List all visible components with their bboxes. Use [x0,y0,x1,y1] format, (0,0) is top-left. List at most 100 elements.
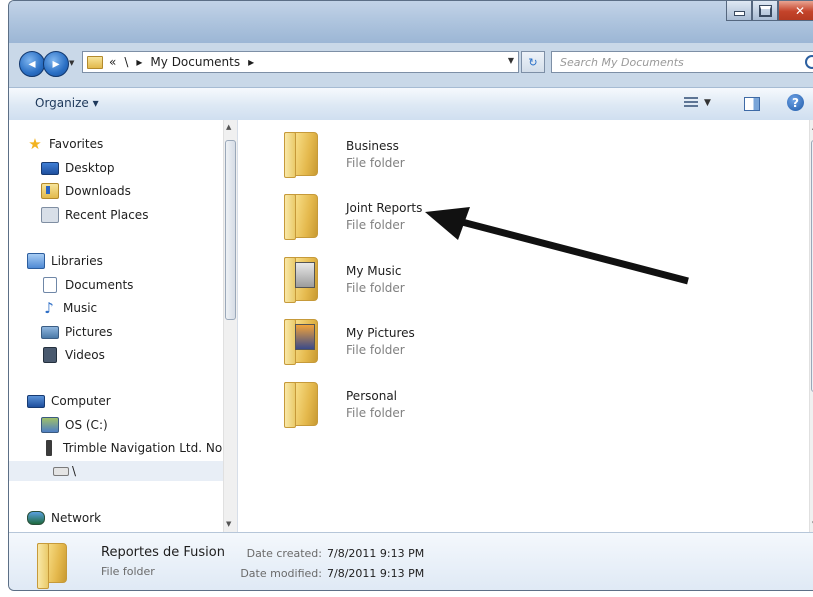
chevron-down-icon: ▼ [69,59,75,67]
nav-videos[interactable]: Videos [41,345,105,365]
nav-libraries[interactable]: Libraries [27,251,103,271]
title-bar: ✕ [9,1,813,43]
details-pane: Reportes de Fusion File folder Date crea… [9,532,813,590]
folder-item-personal[interactable]: Personal File folder [284,378,484,430]
nav-downloads-label: Downloads [65,184,131,198]
forward-button[interactable]: ▸ [43,51,69,77]
explorer-window: ✕ ◂ ▸ ▼ « \ ▸ My Documents ▸ ▼ ↻ Organiz… [8,0,813,591]
refresh-button[interactable]: ↻ [521,51,545,73]
minimize-icon [733,11,745,16]
breadcrumb-my-documents[interactable]: My Documents [150,55,240,69]
nav-documents-label: Documents [65,278,134,292]
folder-name: Business [346,139,399,153]
nav-downloads[interactable]: Downloads [41,181,131,201]
nav-drive-root[interactable]: \ [9,461,236,481]
usb-device-icon [46,440,52,456]
file-list: Business File folder Joint Reports File … [238,120,813,532]
folder-type: File folder [346,343,405,357]
nav-favorites[interactable]: ★ Favorites [27,134,103,154]
hard-drive-icon [41,417,59,433]
help-icon[interactable]: ? [787,94,804,111]
folder-name: Joint Reports [346,201,423,215]
folder-name: My Pictures [346,326,415,340]
nav-recent-places-label: Recent Places [65,208,149,222]
folder-type: File folder [346,156,405,170]
folder-icon [284,132,318,178]
nav-documents[interactable]: Documents [41,275,133,295]
recent-pages-button[interactable]: ▼ [69,59,74,67]
breadcrumb-overflow[interactable]: « [109,55,116,69]
folder-icon [284,382,318,428]
scroll-down-icon[interactable]: ▼ [226,520,231,528]
maximize-icon [758,4,772,17]
folder-item-business[interactable]: Business File folder [284,128,484,180]
search-box[interactable] [551,51,813,73]
folder-name: My Music [346,264,402,278]
address-dropdown-icon[interactable]: ▼ [508,56,514,65]
nav-computer[interactable]: Computer [27,391,111,411]
search-icon[interactable] [805,55,813,69]
date-modified-label: Date modified: [240,567,322,580]
content-scrollbar[interactable]: ▲ ▼ [809,120,813,532]
nav-favorites-label: Favorites [49,137,104,151]
minimize-button[interactable] [726,1,752,21]
folder-item-my-pictures[interactable]: My Pictures File folder [284,315,484,367]
nav-music[interactable]: ♪ Music [41,298,97,318]
nav-scrollbar[interactable]: ▲ ▼ [223,120,237,532]
nav-network[interactable]: Network [27,508,101,528]
organize-button[interactable]: Organize ▾ [35,96,99,110]
close-icon: ✕ [794,3,806,18]
address-bar[interactable]: « \ ▸ My Documents ▸ ▼ [82,51,519,73]
folder-type: File folder [346,281,405,295]
recent-places-icon [41,207,59,223]
back-button[interactable]: ◂ [19,51,45,77]
nav-desktop[interactable]: Desktop [41,158,115,178]
nav-os-drive[interactable]: OS (C:) [41,415,108,435]
view-options-button[interactable]: ▼ [704,98,711,108]
folder-icon [37,543,67,589]
selected-item-type: File folder [101,565,155,578]
nav-computer-label: Computer [51,394,111,408]
network-icon [27,511,45,525]
computer-icon [27,394,45,408]
scroll-up-icon[interactable]: ▲ [226,123,231,131]
date-created-label: Date created: [246,547,322,560]
nav-trimble-device[interactable]: Trimble Navigation Ltd. Nor [41,438,227,458]
breadcrumb-separator-end[interactable]: ▸ [248,55,254,69]
pictures-folder-icon [284,319,318,365]
command-bar: Organize ▾ ▼ ? [9,87,813,121]
nav-pictures-label: Pictures [65,325,113,339]
nav-pictures[interactable]: Pictures [41,322,113,342]
document-icon [43,277,57,293]
breadcrumb-drive[interactable]: \ [124,55,128,69]
arrow-left-icon: ◂ [28,56,36,72]
breadcrumb-separator[interactable]: ▸ [136,55,142,69]
folder-item-my-music[interactable]: My Music File folder [284,253,484,305]
date-created-value: 7/8/2011 9:13 PM [327,547,425,560]
search-input[interactable] [558,54,782,70]
nav-recent-places[interactable]: Recent Places [41,205,148,225]
nav-scroll-thumb[interactable] [225,140,236,320]
caption-buttons: ✕ [726,1,813,21]
nav-music-label: Music [63,301,98,315]
film-icon [43,347,57,363]
nav-videos-label: Videos [65,348,105,362]
arrow-right-icon: ▸ [52,56,60,72]
close-button[interactable]: ✕ [778,1,813,21]
nav-trimble-device-label: Trimble Navigation Ltd. Nor [63,441,228,455]
change-view-icon[interactable] [684,97,698,109]
folder-name: Personal [346,389,398,403]
nav-drive-root-label: \ [72,464,77,478]
drive-icon [53,466,69,476]
refresh-icon: ↻ [528,55,538,69]
folder-icon [87,55,103,69]
music-note-icon: ♪ [44,299,54,317]
preview-pane-icon[interactable] [744,97,760,111]
desktop-icon [41,161,59,175]
date-modified-value: 7/8/2011 9:13 PM [327,567,425,580]
nav-desktop-label: Desktop [65,161,115,175]
folder-item-joint-reports[interactable]: Joint Reports File folder [284,190,484,242]
maximize-button[interactable] [752,1,778,21]
downloads-icon [41,183,59,199]
nav-libraries-label: Libraries [51,254,103,268]
